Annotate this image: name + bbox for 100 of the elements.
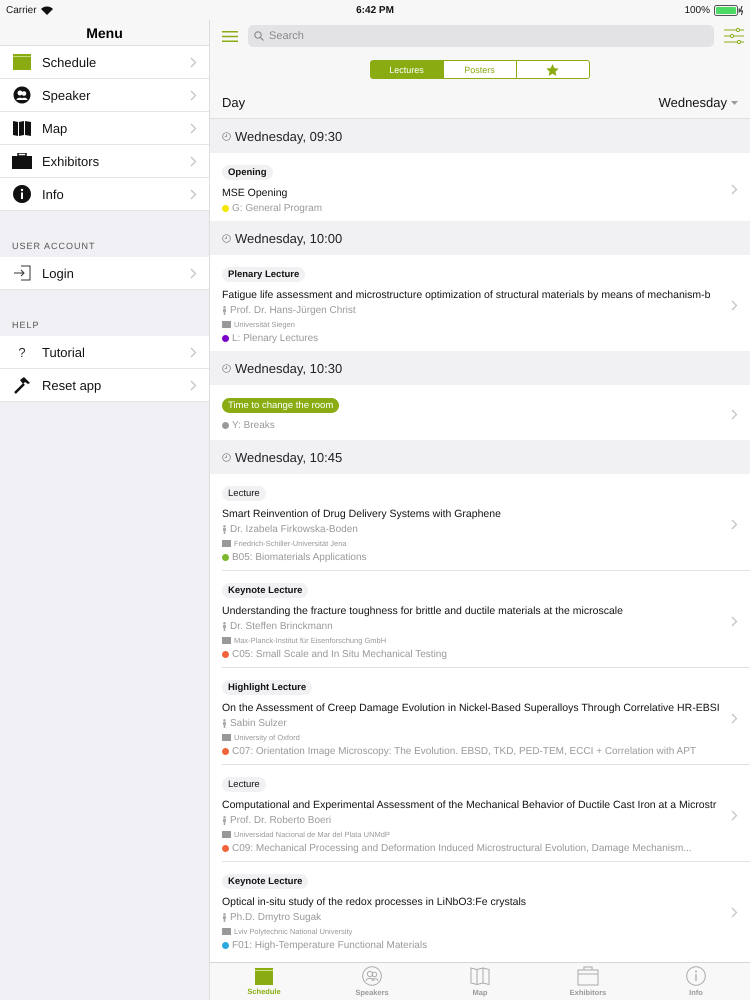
building-icon: [222, 637, 231, 644]
track-name: C05: Small Scale and In Situ Mechanical Testing: [232, 649, 447, 660]
session-type-badge: Plenary Lecture: [222, 267, 306, 282]
lecture-title: On the Assessment of Creep Damage Evolution in Nickel-Based Superalloys Through Correlative HR-EBSI: [222, 702, 721, 714]
chevron-icon: [731, 810, 738, 821]
menu-icon[interactable]: [222, 30, 238, 42]
lecture-title: Optical in-situ study of the redox processes in LiNbO3:Fe crystals: [222, 896, 528, 908]
chevron-icon: [190, 122, 197, 134]
chevron-icon: [731, 616, 738, 627]
people-icon: [362, 966, 382, 986]
building-icon: [222, 928, 231, 935]
chevron-icon: [731, 713, 738, 724]
person-icon: [222, 306, 227, 315]
speaker-name: Prof. Dr. Hans-Jürgen Christ: [230, 305, 356, 316]
track-name: Y: Breaks: [232, 420, 275, 431]
chevron-icon: [190, 268, 197, 278]
login-icon: [13, 265, 31, 281]
track-name: C07: Orientation Image Microscopy: The Evolution. EBSD, TKD, PED-TEM, ECCI + Correlation with APT: [232, 746, 696, 757]
session-type-badge: Opening: [222, 165, 273, 180]
chevron-icon: [731, 519, 738, 530]
calendar-icon: [255, 968, 273, 984]
battery-percent: 100%: [684, 4, 710, 16]
lecture-title: Smart Reinvention of Drug Delivery Systems with Graphene: [222, 508, 502, 520]
favorites-tab[interactable]: [516, 60, 590, 79]
menu-item[interactable]: Map: [0, 112, 209, 145]
chevron-icon: [731, 907, 738, 918]
speaker-name: Dr. Steffen Brinckmann: [230, 621, 333, 632]
lecture-title: Fatigue life assessment and microstructure optimization of structural materials by means of mechanism-b: [222, 289, 712, 301]
menu-item[interactable]: Info: [0, 178, 209, 211]
chevron-icon: [190, 90, 197, 100]
day-dropdown[interactable]: Wednesday: [658, 95, 738, 110]
lecture-title: Computational and Experimental Assessment of the Mechanical Behavior of Ductile Cast Iron at a Microstr: [222, 799, 718, 811]
question-mark: ?: [18, 344, 26, 360]
chevron-icon: [190, 56, 197, 68]
briefcase-icon: [577, 966, 599, 986]
break-badge: Time to change the room: [222, 398, 340, 413]
menu-item[interactable]: ? Tutorial: [0, 336, 209, 369]
calendar-icon: [13, 54, 31, 70]
clock-icon: [222, 132, 231, 140]
person-icon: [222, 816, 227, 825]
track-name: F01: High-Temperature Functional Materials: [232, 940, 428, 951]
speaker-name: Sabin Sulzer: [230, 718, 287, 729]
wifi-icon: [40, 6, 53, 14]
session-time: Wednesday, 09:30: [235, 128, 342, 144]
menu-item[interactable]: Speaker: [0, 79, 209, 112]
speaker-name: Ph.D. Dmytro Sugak: [230, 912, 322, 923]
chevron-icon: [731, 300, 738, 311]
clock-icon: [222, 234, 231, 242]
menu-item[interactable]: Schedule: [0, 46, 209, 79]
menu-title: Menu: [0, 20, 209, 46]
caret-icon: [731, 100, 738, 104]
chevron-icon: [731, 409, 738, 420]
person-icon: [222, 913, 227, 922]
chevron-icon: [190, 188, 197, 200]
chevron-icon: [190, 156, 197, 166]
info-icon: [686, 966, 706, 986]
chevron-icon: [190, 380, 197, 390]
menu-item[interactable]: Reset app: [0, 369, 209, 402]
building-icon: [222, 540, 231, 547]
session-time: Wednesday, 10:30: [235, 360, 342, 376]
chevron-icon: [731, 184, 738, 195]
battery-icon: [714, 4, 744, 16]
session-type-badge: Keynote Lecture: [222, 874, 308, 889]
clock-time: 6:42 PM: [356, 4, 394, 16]
track-name: C09: Mechanical Processing and Deformation Induced Microstructural Evolution, Damage Mechanism...: [232, 843, 692, 854]
lecture-title: MSE Opening: [222, 187, 288, 199]
person-icon: [222, 622, 227, 631]
section-heading: USER ACCOUNT: [12, 241, 96, 251]
filter-icon[interactable]: [724, 28, 744, 44]
hammer-icon: [13, 376, 31, 394]
session-time: Wednesday, 10:00: [235, 230, 342, 246]
lecture-title: Understanding the fracture toughness for brittle and ductile materials at the microscale: [222, 605, 624, 617]
section-heading: HELP: [12, 320, 40, 330]
briefcase-icon: [12, 153, 32, 169]
day-label: Day: [222, 95, 246, 110]
building-icon: [222, 734, 231, 741]
session-type-badge: Keynote Lecture: [222, 583, 308, 598]
session-type-badge: Lecture: [222, 777, 266, 792]
chevron-icon: [190, 346, 197, 358]
menu-item[interactable]: Login: [0, 257, 209, 290]
building-icon: [222, 321, 231, 328]
track-name: L: Plenary Lectures: [232, 333, 318, 344]
search-icon: [254, 31, 264, 41]
speaker-name: Dr. Izabela Firkowska-Boden: [230, 524, 358, 535]
star-icon: [546, 64, 559, 76]
speaker-name: Prof. Dr. Roberto Boeri: [230, 815, 332, 826]
map-icon: [470, 966, 490, 986]
track-name: G: General Program: [232, 203, 322, 214]
info-icon: [13, 185, 31, 203]
map-icon: [13, 120, 31, 136]
search-field[interactable]: Search: [248, 25, 714, 47]
building-icon: [222, 831, 231, 838]
session-type-badge: Lecture: [222, 486, 266, 501]
clock-icon: [222, 364, 231, 372]
person-icon: [222, 525, 227, 534]
track-name: B05: Biomaterials Applications: [232, 552, 367, 563]
carrier-label: Carrier: [6, 4, 37, 16]
person-icon: [222, 719, 227, 728]
menu-item[interactable]: Exhibitors: [0, 145, 209, 178]
session-time: Wednesday, 10:45: [235, 450, 342, 464]
